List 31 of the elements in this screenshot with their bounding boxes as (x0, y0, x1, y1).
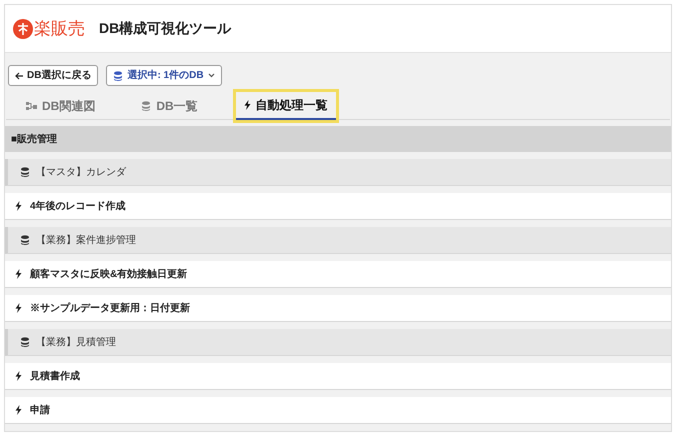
database-icon (141, 101, 152, 111)
app-title: DB構成可視化ツール (99, 19, 232, 38)
database-row: 【マスタ】カレンダ (5, 159, 671, 186)
graph-icon (26, 102, 37, 110)
section-title: ■販売管理 (11, 132, 58, 146)
tab[interactable]: 自動処理一覧 (236, 92, 336, 120)
database-row: 【業務】見積管理 (5, 329, 671, 356)
database-icon (20, 235, 30, 245)
tab[interactable]: DB一覧 (133, 92, 206, 120)
logo-mark-icon (13, 18, 33, 38)
lightning-icon (15, 201, 22, 211)
selection-dropdown[interactable]: 選択中: 1件のDB (106, 65, 222, 86)
lightning-icon (15, 371, 22, 381)
lightning-icon (15, 269, 22, 279)
tab[interactable]: DB関連図 (18, 92, 104, 120)
database-row: 【業務】案件進捗管理 (5, 227, 671, 254)
action-row: 4年後のレコード作成 (5, 193, 671, 220)
database-icon (20, 167, 30, 177)
action-row: ※サンプルデータ更新用：日付更新 (5, 295, 671, 322)
action-row: 顧客マスタに反映&有効接触日更新 (5, 261, 671, 288)
lightning-icon (15, 303, 22, 313)
lightning-icon (244, 100, 251, 110)
action-row: 見積書作成 (5, 363, 671, 390)
action-row: 申請 (5, 397, 671, 424)
back-arrow-icon (15, 72, 24, 80)
lightning-icon (15, 405, 22, 415)
database-icon (113, 70, 124, 80)
back-button[interactable]: DB選択に戻る (8, 65, 98, 86)
database-icon (20, 337, 30, 347)
logo-text: 楽販売 (34, 18, 85, 40)
chevron-down-icon (208, 73, 215, 78)
